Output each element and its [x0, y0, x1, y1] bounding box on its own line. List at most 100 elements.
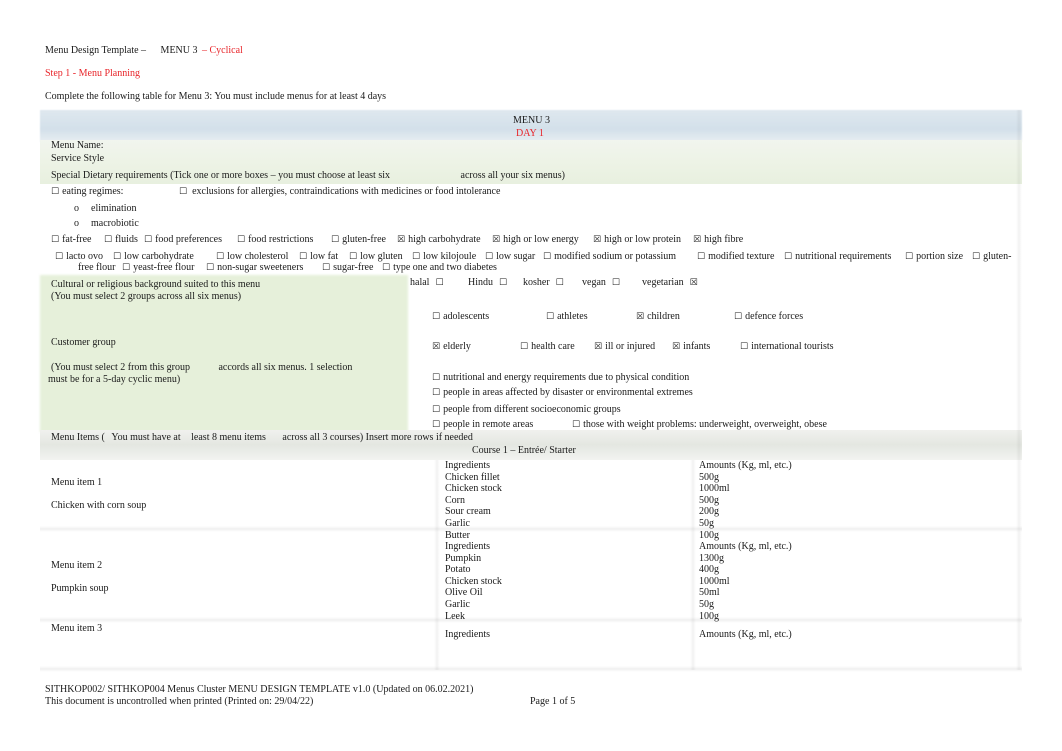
ingredient-name[interactable]: Pumpkin [445, 553, 481, 564]
column-divider [434, 460, 440, 670]
ingredient-amount[interactable]: 200g [699, 506, 719, 517]
option-food-preferences[interactable]: ☐ food preferences [144, 234, 222, 245]
checkbox-icon: ☐ [432, 405, 441, 415]
option-gluten[interactable]: ☐ gluten- [972, 251, 1011, 262]
option-hindu[interactable]: Hindu ☐ [468, 277, 510, 288]
option-low-fat[interactable]: ☐ low fat [299, 251, 338, 262]
option-free-flour[interactable]: free flour [78, 262, 115, 273]
step-heading: Step 1 - Menu Planning [45, 68, 140, 79]
checkbox-icon: ☐ [972, 252, 981, 262]
option-gluten-free[interactable]: ☐ gluten-free [331, 234, 386, 245]
ingredient-amount[interactable]: 100g [699, 611, 719, 622]
ingredient-name[interactable]: Garlic [445, 599, 470, 610]
row-divider [40, 526, 1022, 532]
option-children[interactable]: ☒ children [636, 311, 680, 322]
option-elderly[interactable]: ☒ elderly [432, 341, 471, 352]
option-label: people in areas affected by disaster or … [443, 387, 693, 398]
ingredient-amount[interactable]: 1000ml [699, 483, 730, 494]
checkbox-icon: ☐ [113, 252, 122, 262]
option-food-restrictions[interactable]: ☐ food restrictions [237, 234, 313, 245]
option-portion-size[interactable]: ☐ portion size [905, 251, 963, 262]
option-non-sugar-sweeteners[interactable]: ☐ non-sugar sweeteners [206, 262, 303, 273]
option-people-from-different-socioeconomic-groups[interactable]: ☐ people from different socioeconomic gro… [432, 404, 621, 415]
ingredient-amount[interactable]: 400g [699, 564, 719, 575]
ingredient-amount[interactable]: 50g [699, 518, 714, 529]
option-low-cholesterol[interactable]: ☐ low cholesterol [216, 251, 288, 262]
option-label: sugar-free [333, 262, 374, 273]
option-label: gluten- [983, 251, 1012, 262]
row-divider [40, 617, 1022, 623]
option-high-fibre[interactable]: ☒ high fibre [693, 234, 743, 245]
menu-item-name[interactable]: Pumpkin soup [51, 583, 109, 594]
option-athletes[interactable]: ☐ athletes [546, 311, 588, 322]
ingredient-name[interactable]: Chicken stock [445, 483, 502, 494]
option-fluids[interactable]: ☐ fluids [104, 234, 138, 245]
menu-name-field[interactable]: Menu Name: [51, 140, 104, 151]
option-fat-free[interactable]: ☐ fat-free [51, 234, 92, 245]
ingredient-name[interactable]: Butter [445, 530, 470, 541]
option-yeast-free-flour[interactable]: ☐ yeast-free flour [122, 262, 194, 273]
option-people-in-areas-affected-by-disaster-or-environmental-extremes[interactable]: ☐ people in areas affected by disaster or… [432, 387, 693, 398]
option-label: high carbohydrate [408, 234, 481, 245]
customer-note-c: must be for a 5-day cyclic menu) [48, 374, 181, 385]
option-high-carbohydrate[interactable]: ☒ high carbohydrate [397, 234, 481, 245]
option-high-or-low-protein[interactable]: ☒ high or low protein [593, 234, 681, 245]
eating-regimes-checkbox[interactable]: ☐ eating regimes: [51, 186, 123, 197]
menu-items-c: least 8 menu items [191, 432, 266, 443]
sub-regime-macrobiotic: o macrobiotic [74, 218, 139, 229]
option-halal[interactable]: halal ☐ [410, 277, 447, 288]
ingredient-name[interactable]: Potato [445, 564, 471, 575]
option-label: halal [410, 277, 430, 288]
option-label: infants [683, 341, 711, 352]
option-label: ill or injured [605, 341, 656, 352]
option-lacto-ovo[interactable]: ☐ lacto ovo [55, 251, 103, 262]
option-vegan[interactable]: vegan ☐ [582, 277, 623, 288]
service-style-field[interactable]: Service Style [51, 153, 104, 164]
option-low-carbohydrate[interactable]: ☐ low carbohydrate [113, 251, 194, 262]
option-low-kilojoule[interactable]: ☐ low kilojoule [412, 251, 476, 262]
option-low-gluten[interactable]: ☐ low gluten [349, 251, 403, 262]
checkbox-icon: ☐ [697, 252, 706, 262]
option-adolescents[interactable]: ☐ adolescents [432, 311, 489, 322]
row-divider [40, 666, 1022, 672]
checkbox-icon: ☐ [179, 187, 188, 197]
option-kosher[interactable]: kosher ☐ [523, 277, 567, 288]
option-vegetarian[interactable]: vegetarian ☒ [642, 277, 701, 288]
ingredient-amount[interactable]: 1300g [699, 553, 724, 564]
option-health-care[interactable]: ☐ health care [520, 341, 575, 352]
ingredient-name[interactable]: Olive Oil [445, 587, 483, 598]
option-modified-sodium-or-potassium[interactable]: ☐ modified sodium or potassium [543, 251, 676, 262]
option-ill-or-injured[interactable]: ☒ ill or injured [594, 341, 655, 352]
ingredient-name[interactable]: Sour cream [445, 506, 491, 517]
option-infants[interactable]: ☒ infants [672, 341, 710, 352]
ingredient-amount[interactable]: 1000ml [699, 576, 730, 587]
option-nutritional-requirements[interactable]: ☐ nutritional requirements [784, 251, 891, 262]
ingredient-amount[interactable]: 500g [699, 495, 719, 506]
option-low-sugar[interactable]: ☐ low sugar [485, 251, 535, 262]
ingredient-amount[interactable]: 500g [699, 472, 719, 483]
checkbox-label: eating regimes: [62, 186, 124, 197]
ingredient-name[interactable]: Leek [445, 611, 465, 622]
ingredient-name[interactable]: Chicken fillet [445, 472, 500, 483]
ingredient-amount[interactable]: 50g [699, 599, 714, 610]
option-people-in-remote-areas[interactable]: ☐ people in remote areas [432, 419, 533, 430]
option-modified-texture[interactable]: ☐ modified texture [697, 251, 774, 262]
option-sugar-free[interactable]: ☐ sugar-free [322, 262, 373, 273]
option-nutritional-and-energy-requirements-due-to-physical-condition[interactable]: ☐ nutritional and energy requirements due… [432, 372, 689, 383]
exclusions-checkbox[interactable]: ☐ exclusions for allergies, contraindicat… [179, 186, 500, 197]
option-label: low gluten [360, 251, 403, 262]
ingredient-name[interactable]: Garlic [445, 518, 470, 529]
option-those-with-weight-problems-underweight-overweight-obese[interactable]: ☐ those with weight problems: underweight… [572, 419, 827, 430]
ingredient-name[interactable]: Chicken stock [445, 576, 502, 587]
ingredient-amount[interactable]: 100g [699, 530, 719, 541]
checked-checkbox-icon: ☒ [693, 235, 702, 245]
ingredients-header: Ingredients [445, 629, 490, 640]
ingredient-amount[interactable]: 50ml [699, 587, 720, 598]
menu-item-name[interactable]: Chicken with corn soup [51, 500, 146, 511]
option-type-one-and-two-diabetes[interactable]: ☐ type one and two diabetes [382, 262, 497, 273]
option-defence-forces[interactable]: ☐ defence forces [734, 311, 803, 322]
checked-checkbox-icon: ☒ [636, 312, 645, 322]
ingredient-name[interactable]: Corn [445, 495, 465, 506]
option-high-or-low-energy[interactable]: ☒ high or low energy [492, 234, 579, 245]
option-international-tourists[interactable]: ☐ international tourists [740, 341, 834, 352]
